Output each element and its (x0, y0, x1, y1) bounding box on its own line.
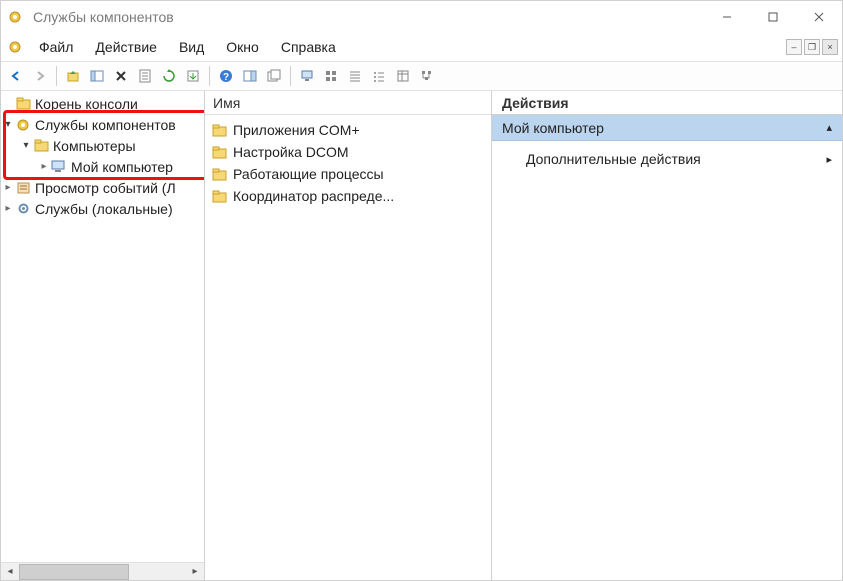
export-button[interactable] (182, 65, 204, 87)
tree-row-services-components[interactable]: Службы компонентов (1, 114, 204, 135)
tree-label: Службы компонентов (35, 117, 176, 133)
tree-label: Службы (локальные) (35, 201, 173, 217)
menu-help[interactable]: Справка (271, 36, 346, 58)
tree-label: Просмотр событий (Л (35, 180, 176, 196)
scroll-right-button[interactable]: ▸ (186, 564, 204, 580)
body: Корень консоли Службы компонентов Компью… (1, 91, 842, 580)
folder-icon (211, 122, 227, 138)
window-buttons (704, 1, 842, 33)
refresh-button[interactable] (158, 65, 180, 87)
list[interactable]: Приложения COM+ Настройка DCOM Работающи… (205, 115, 491, 580)
toolbar-separator (56, 66, 57, 86)
folder-icon (211, 144, 227, 160)
app-icon (7, 9, 23, 25)
event-viewer-icon (15, 180, 31, 196)
forward-button[interactable] (29, 65, 51, 87)
list-item[interactable]: Настройка DCOM (205, 141, 491, 163)
tree-view-button[interactable] (416, 65, 438, 87)
list-pane: Имя Приложения COM+ Настройка DCOM Работ… (205, 91, 492, 580)
list-column-header[interactable]: Имя (205, 91, 491, 115)
mdi-window-buttons: – ❐ × (786, 39, 842, 55)
folder-icon (211, 166, 227, 182)
tree-row-root[interactable]: Корень консоли (1, 93, 204, 114)
svg-text:?: ? (223, 72, 229, 83)
tree-pane: Корень консоли Службы компонентов Компью… (1, 91, 205, 580)
list-item[interactable]: Работающие процессы (205, 163, 491, 185)
maximize-button[interactable] (750, 1, 796, 33)
detail-view-button[interactable] (392, 65, 414, 87)
expander-icon[interactable] (19, 140, 33, 151)
folder-icon (211, 188, 227, 204)
component-services-icon (15, 117, 31, 133)
up-button[interactable] (62, 65, 84, 87)
menubar: Файл Действие Вид Окно Справка – ❐ × (1, 33, 842, 61)
list-item-label: Координатор распреде... (233, 188, 394, 204)
menu-view[interactable]: Вид (169, 36, 214, 58)
list-item-label: Приложения COM+ (233, 122, 360, 138)
menu-file[interactable]: Файл (29, 36, 83, 58)
list-view-button[interactable] (368, 65, 390, 87)
tree-row-computers[interactable]: Компьютеры (1, 135, 204, 156)
actions-header: Действия (492, 91, 842, 115)
tree-row-services-local[interactable]: Службы (локальные) (1, 198, 204, 219)
mdi-close-button[interactable]: × (822, 39, 838, 55)
list-item-label: Настройка DCOM (233, 144, 349, 160)
tree-row-event-viewer[interactable]: Просмотр событий (Л (1, 177, 204, 198)
computer-icon-button[interactable] (296, 65, 318, 87)
delete-button[interactable] (110, 65, 132, 87)
new-window-button[interactable] (263, 65, 285, 87)
list-item-label: Работающие процессы (233, 166, 384, 182)
menu-action[interactable]: Действие (85, 36, 167, 58)
scroll-left-button[interactable]: ◂ (1, 564, 19, 580)
mdi-minimize-button[interactable]: – (786, 39, 802, 55)
close-button[interactable] (796, 1, 842, 33)
actions-more[interactable]: Дополнительные действия ▸ (492, 145, 842, 173)
expander-icon[interactable] (1, 182, 15, 193)
folder-icon (15, 96, 31, 112)
tree-horizontal-scrollbar[interactable]: ◂ ▸ (1, 562, 204, 580)
toolbar-separator (290, 66, 291, 86)
back-button[interactable] (5, 65, 27, 87)
expander-icon[interactable] (1, 203, 15, 214)
window: Службы компонентов Файл Действие Вид Окн… (0, 0, 843, 581)
tree-label: Корень консоли (35, 96, 138, 112)
tree-label: Компьютеры (53, 138, 136, 154)
folder-icon (33, 138, 49, 154)
tree-label: Мой компьютер (71, 159, 173, 175)
gear-icon (15, 201, 31, 217)
chevron-right-icon: ▸ (826, 153, 832, 166)
computer-icon (51, 159, 67, 175)
menu-window[interactable]: Окно (216, 36, 269, 58)
window-title: Службы компонентов (33, 9, 704, 25)
scroll-track[interactable] (19, 564, 186, 580)
minimize-button[interactable] (704, 1, 750, 33)
doc-icon (7, 39, 23, 55)
grid2-button[interactable] (344, 65, 366, 87)
actions-section[interactable]: Мой компьютер ▴ (492, 115, 842, 141)
expander-icon[interactable] (37, 161, 51, 172)
list-item[interactable]: Координатор распреде... (205, 185, 491, 207)
show-hide-tree-button[interactable] (86, 65, 108, 87)
tree[interactable]: Корень консоли Службы компонентов Компью… (1, 91, 204, 562)
list-item[interactable]: Приложения COM+ (205, 119, 491, 141)
actions-section-label: Мой компьютер (502, 120, 604, 136)
actions-pane: Действия Мой компьютер ▴ Дополнительные … (492, 91, 842, 580)
chevron-up-icon: ▴ (826, 121, 832, 134)
mdi-restore-button[interactable]: ❐ (804, 39, 820, 55)
toolbar: ? (1, 61, 842, 91)
properties-button[interactable] (134, 65, 156, 87)
actions-more-label: Дополнительные действия (526, 151, 701, 167)
grid1-button[interactable] (320, 65, 342, 87)
titlebar: Службы компонентов (1, 1, 842, 33)
expander-icon[interactable] (1, 119, 15, 130)
scroll-thumb[interactable] (19, 564, 129, 580)
help-button[interactable]: ? (215, 65, 237, 87)
view-window-button[interactable] (239, 65, 261, 87)
tree-row-my-computer[interactable]: Мой компьютер (1, 156, 204, 177)
toolbar-separator (209, 66, 210, 86)
